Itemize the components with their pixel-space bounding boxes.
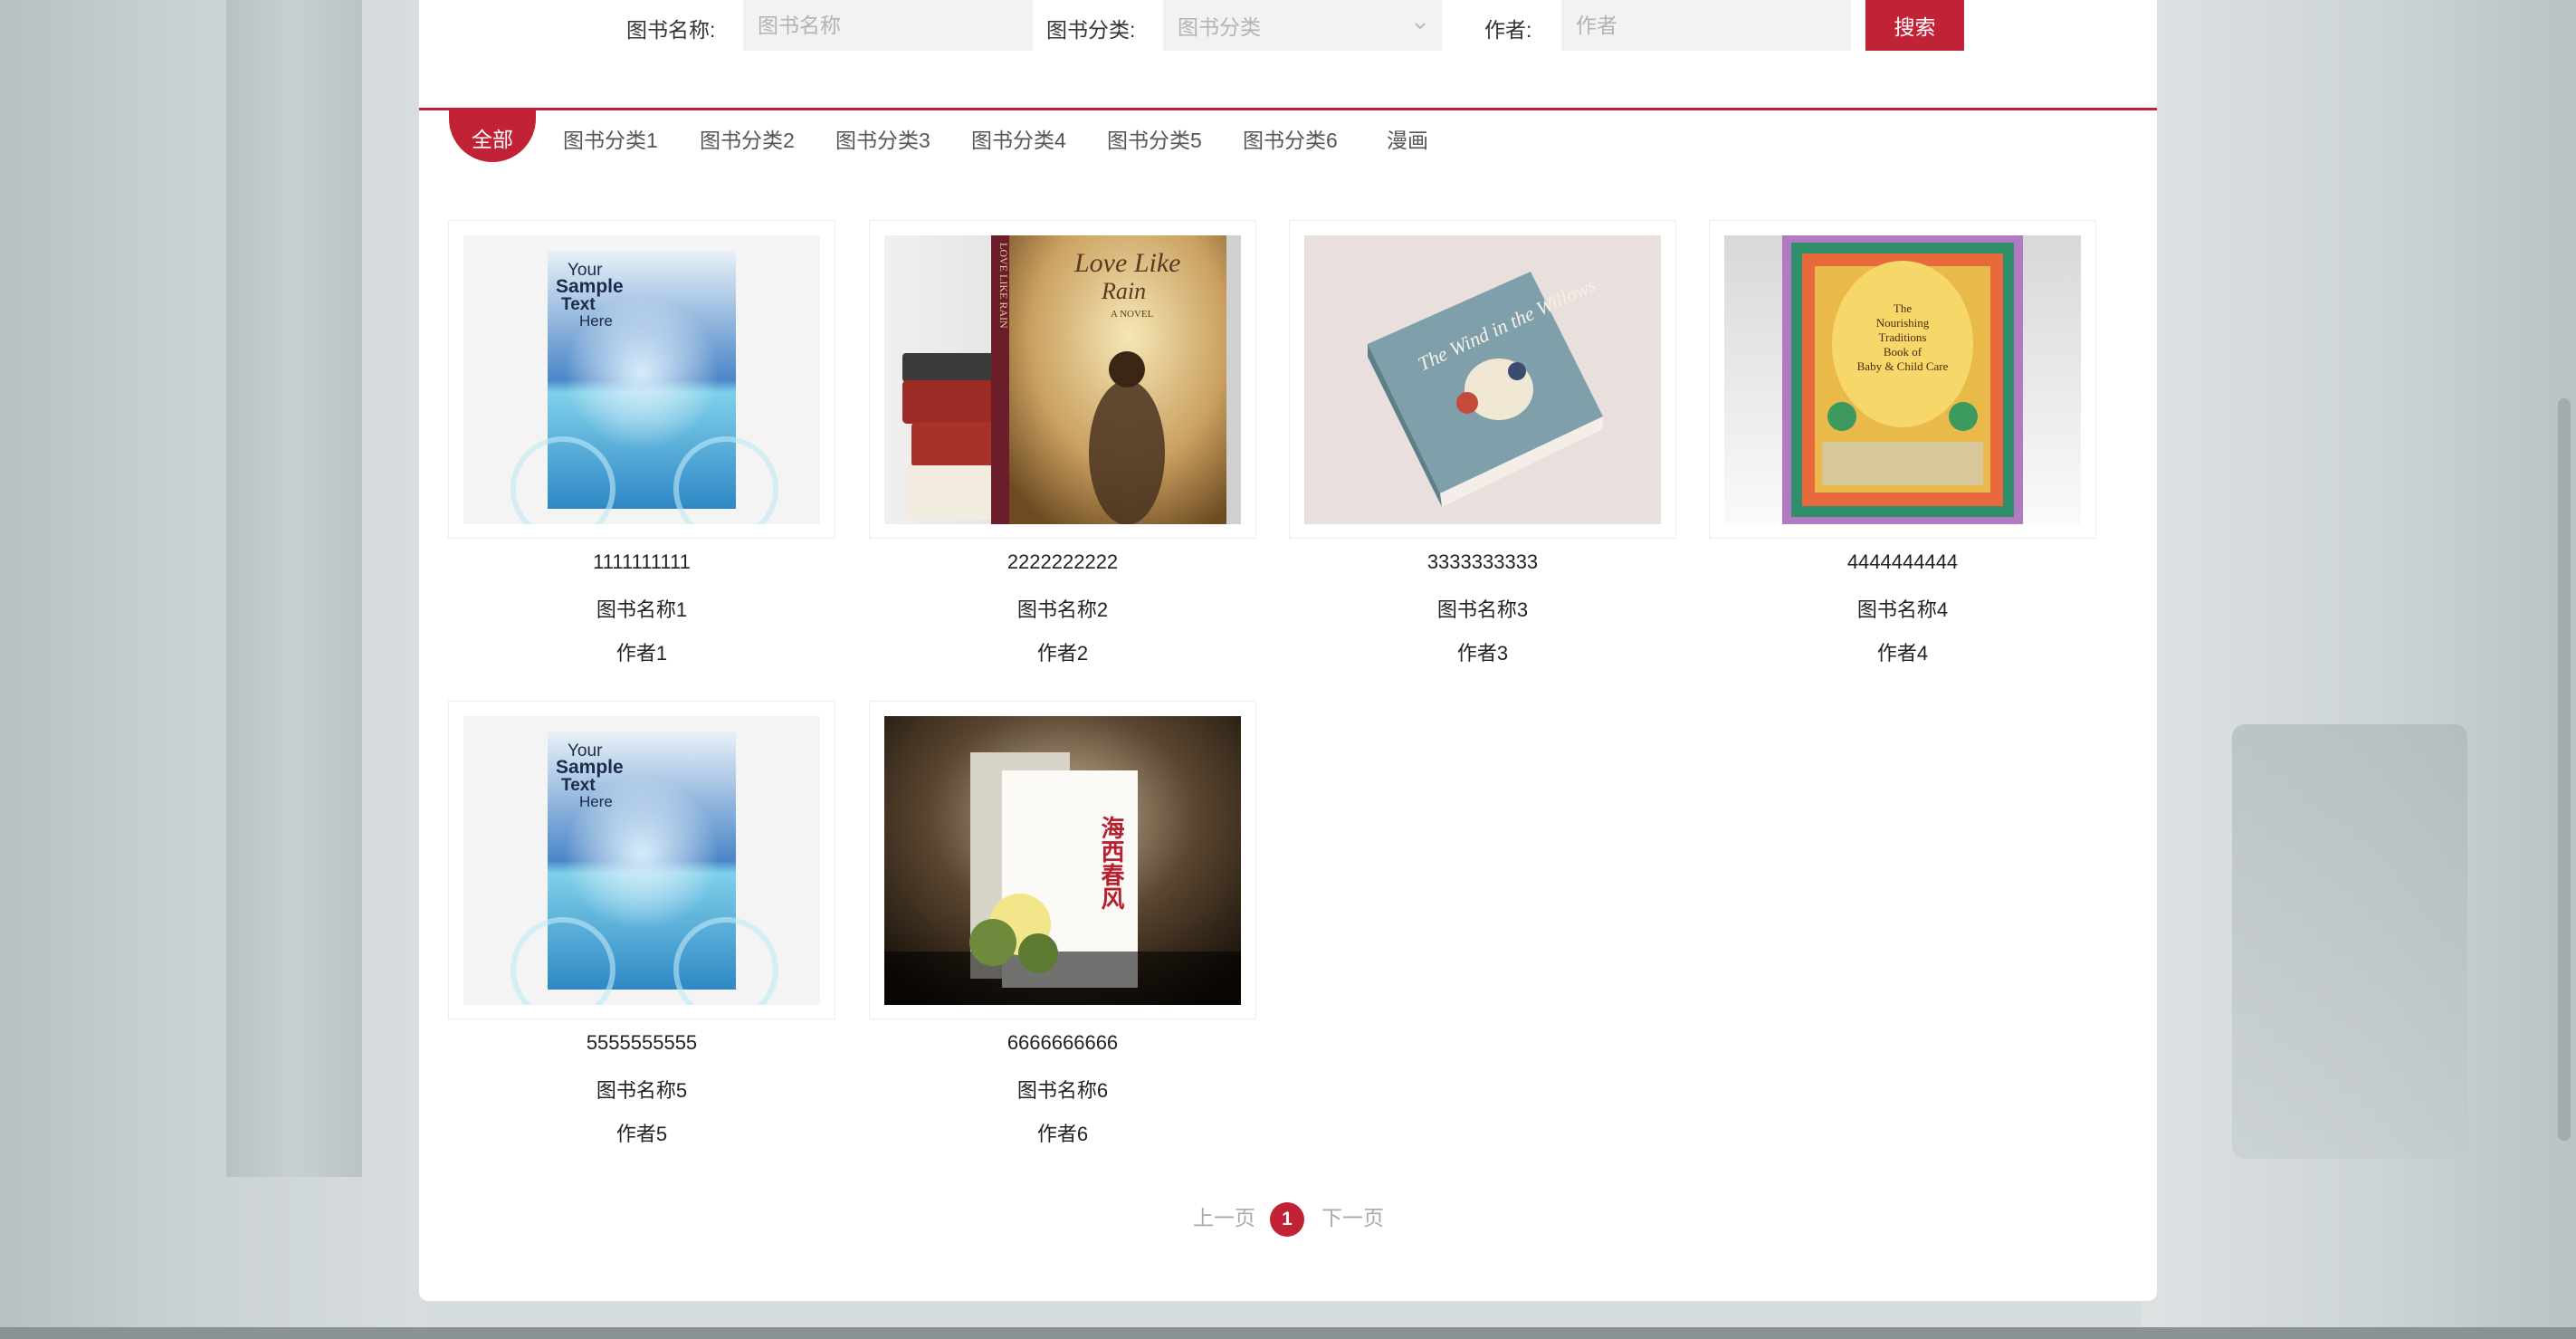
book-code: 2222222222 [1007,550,1119,573]
cover-text: Sample [556,276,624,297]
cover-frame: The Wind in the Willows [1289,220,1676,539]
author-input[interactable] [1561,0,1851,51]
book-title[interactable]: 图书名称1 [448,594,835,623]
book-code: 4444444444 [1846,550,1959,573]
tab-category-5[interactable]: 图书分类5 [1107,123,1202,154]
page-number-current[interactable]: 1 [1270,1202,1304,1237]
cover-frame: The Nourishing Traditions Book of Baby &… [1709,220,2096,539]
bottom-strip [0,1327,2576,1339]
book-author: 作者1 [615,642,668,665]
book-title[interactable]: 图书名称3 [1289,594,1676,623]
book-author: 作者6 [1036,1123,1089,1145]
book-code: 5555555555 [586,1031,698,1054]
author-label: 作者: [1484,18,1532,42]
cover-frame: Your Sample Text Here [448,701,835,1019]
cover-art: Your Sample Text Here [510,732,778,1005]
book-title[interactable]: 图书名称6 [869,1075,1256,1104]
book-category-placeholder: 图书分类 [1178,15,1261,39]
cover-text: Book of [1884,345,1922,359]
cover-art: The Wind in the Willows [1304,235,1661,524]
tab-category-4[interactable]: 图书分类4 [971,123,1066,154]
cover-frame: Love Like Rain A NOVEL LOVE LIKE RAIN [869,220,1256,539]
book-category-select[interactable]: 图书分类 [1163,0,1442,51]
book-cover[interactable]: Your Sample Text Here [463,235,820,524]
book-title[interactable]: 图书名称5 [448,1075,835,1104]
background-stone [2232,724,2467,1159]
cover-text: A NOVEL [1111,309,1154,320]
cover-text: LOVE LIKE RAIN [997,243,1010,329]
category-divider [419,108,2157,110]
search-bar: 图书名称: 图书分类: 图书分类 作者: 搜索 [419,0,2157,51]
cover-text: 海西春风 [1097,816,1124,911]
main-panel: 图书名称: 图书分类: 图书分类 作者: 搜索 全部 图书分类1 图书分类2 图… [419,0,2157,1301]
book-name-label: 图书名称: [626,18,716,42]
tab-category-2[interactable]: 图书分类2 [700,123,795,154]
book-code: 3333333333 [1426,550,1539,573]
tab-category-6[interactable]: 图书分类6 [1243,123,1338,154]
next-page-button[interactable]: 下一页 [1321,1200,1384,1231]
book-author: 作者2 [1036,642,1089,665]
tab-all[interactable]: 全部 [449,110,536,162]
book-code: 6666666666 [1007,1031,1119,1054]
tab-category-3[interactable]: 图书分类3 [835,123,930,154]
cover-art: 海西春风 [884,716,1241,1005]
book-cover[interactable]: The Nourishing Traditions Book of Baby &… [1724,235,2081,524]
background-pillar [226,0,362,1177]
cover-text: Sample [556,757,624,778]
book-cover[interactable]: 海西春风 [884,716,1241,1005]
cover-text: Text [561,295,596,314]
cover-frame: 海西春风 [869,701,1256,1019]
book-name-input[interactable] [743,0,1033,51]
book-title[interactable]: 图书名称4 [1709,594,2096,623]
cover-text: Here [579,312,613,330]
cover-art: The Nourishing Traditions Book of Baby &… [1724,235,2081,524]
cover-text: Traditions [1879,330,1927,344]
book-author: 作者4 [1876,642,1929,665]
cover-text: Rain [1101,278,1146,304]
cover-frame: Your Sample Text Here [448,220,835,539]
cover-text: Text [561,776,596,795]
cover-text: Love Like [1073,248,1180,278]
cover-text: Nourishing [1876,316,1930,330]
cover-art: Love Like Rain A NOVEL LOVE LIKE RAIN [884,235,1241,524]
book-author: 作者3 [1456,642,1509,665]
book-cover[interactable]: Love Like Rain A NOVEL LOVE LIKE RAIN [884,235,1241,524]
book-cover[interactable]: The Wind in the Willows [1304,235,1661,524]
cover-text: Baby & Child Care [1857,359,1949,373]
cover-text: Here [579,793,613,810]
book-category-label: 图书分类: [1046,18,1136,42]
book-code: 1111111111 [593,550,691,573]
book-title[interactable]: 图书名称2 [869,594,1256,623]
scrollbar-thumb[interactable] [2558,398,2571,1141]
tab-category-1[interactable]: 图书分类1 [563,123,658,154]
book-cover[interactable]: Your Sample Text Here [463,716,820,1005]
prev-page-button[interactable]: 上一页 [1193,1200,1255,1231]
chevron-down-icon [1415,23,1426,30]
book-author: 作者5 [615,1123,668,1145]
cover-text: The [1894,301,1912,315]
tab-comics[interactable]: 漫画 [1387,123,1428,154]
search-button[interactable]: 搜索 [1865,0,1964,51]
scrollbar[interactable] [2552,0,2576,1339]
cover-art: Your Sample Text Here [510,251,778,524]
